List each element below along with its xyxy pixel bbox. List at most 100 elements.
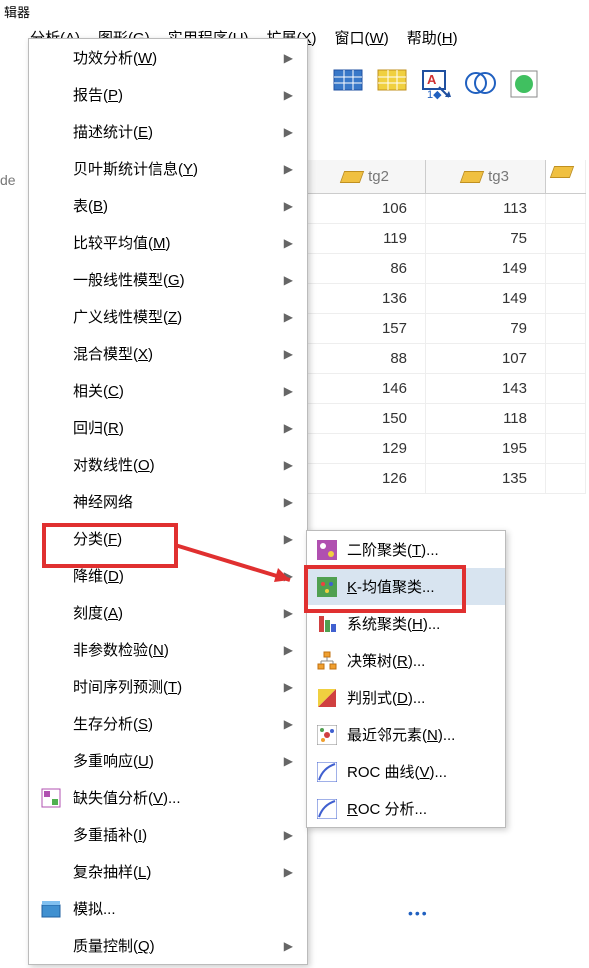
chevron-right-icon: ▶: [284, 347, 293, 361]
table-row[interactable]: 106113: [306, 194, 586, 224]
menu-item-regr[interactable]: 回归(R)▶: [29, 409, 307, 446]
column-header-extra[interactable]: [546, 160, 586, 193]
chevron-right-icon: ▶: [284, 458, 293, 472]
cell-extra[interactable]: [546, 284, 586, 313]
menu-item-bayes[interactable]: 贝叶斯统计信息(Y)▶: [29, 150, 307, 187]
menu-item-missing[interactable]: 缺失值分析(V)...: [29, 779, 307, 816]
menu-item-power[interactable]: 功效分析(W)▶: [29, 39, 307, 76]
menu-item-nonpar[interactable]: 非参数检验(N)▶: [29, 631, 307, 668]
table-row[interactable]: 150118: [306, 404, 586, 434]
cell-tg3[interactable]: 107: [426, 344, 546, 373]
ruler-icon: [340, 171, 364, 183]
grid-highlight-icon[interactable]: [374, 66, 410, 102]
menu-window[interactable]: 窗口(W): [335, 27, 389, 48]
cell-tg2[interactable]: 86: [306, 254, 426, 283]
cell-tg2[interactable]: 136: [306, 284, 426, 313]
cell-tg2[interactable]: 129: [306, 434, 426, 463]
svg-text:1◆: 1◆: [427, 89, 442, 101]
missing-icon: [39, 786, 63, 810]
table-row[interactable]: 86149: [306, 254, 586, 284]
sub-item-knn[interactable]: 最近邻元素(N)...: [307, 716, 505, 753]
sub-item-kmeans[interactable]: K-均值聚类...: [307, 568, 505, 605]
menu-item-scale[interactable]: 刻度(A)▶: [29, 594, 307, 631]
roc-analysis-icon: [315, 797, 339, 821]
label-icon[interactable]: A 1◆: [418, 66, 454, 102]
menu-item-compare[interactable]: 比较平均值(M)▶: [29, 224, 307, 261]
menu-item-ts[interactable]: 时间序列预测(T)▶: [29, 668, 307, 705]
menu-item-gzlm[interactable]: 广义线性模型(Z)▶: [29, 298, 307, 335]
menu-item-reports[interactable]: 报告(P)▶: [29, 76, 307, 113]
column-header-tg2[interactable]: tg2: [306, 160, 426, 193]
table-row[interactable]: 88107: [306, 344, 586, 374]
menu-item-simulate[interactable]: 模拟...: [29, 890, 307, 927]
sub-item-twostep[interactable]: 二阶聚类(T)...: [307, 531, 505, 568]
cell-tg3[interactable]: 195: [426, 434, 546, 463]
column-header-tg3[interactable]: tg3: [426, 160, 546, 193]
menu-item-glm[interactable]: 一般线性模型(G)▶: [29, 261, 307, 298]
menu-item-neural[interactable]: 神经网络▶: [29, 483, 307, 520]
menu-item-tables[interactable]: 表(B)▶: [29, 187, 307, 224]
cell-tg2[interactable]: 106: [306, 194, 426, 223]
cell-extra[interactable]: [546, 194, 586, 223]
cell-tg2[interactable]: 150: [306, 404, 426, 433]
cell-extra[interactable]: [546, 464, 586, 493]
hier-icon: [315, 612, 339, 636]
cell-tg2[interactable]: 88: [306, 344, 426, 373]
cell-extra[interactable]: [546, 224, 586, 253]
grid-fill-icon[interactable]: [330, 66, 366, 102]
column-label-left: de: [0, 172, 16, 188]
cell-tg3[interactable]: 143: [426, 374, 546, 403]
cell-tg2[interactable]: 126: [306, 464, 426, 493]
sub-item-tree[interactable]: 决策树(R)...: [307, 642, 505, 679]
chevron-right-icon: ▶: [284, 162, 293, 176]
menu-item-mixed[interactable]: 混合模型(X)▶: [29, 335, 307, 372]
toolbar: A 1◆: [300, 62, 572, 106]
menu-item-quality[interactable]: 质量控制(Q)▶: [29, 927, 307, 964]
table-row[interactable]: 136149: [306, 284, 586, 314]
table-row[interactable]: 129195: [306, 434, 586, 464]
cell-extra[interactable]: [546, 254, 586, 283]
sub-item-discrim[interactable]: 判别式(D)...: [307, 679, 505, 716]
menu-item-surv[interactable]: 生存分析(S)▶: [29, 705, 307, 742]
chevron-right-icon: ▶: [284, 384, 293, 398]
cell-tg3[interactable]: 118: [426, 404, 546, 433]
cell-extra[interactable]: [546, 404, 586, 433]
circle-green-icon[interactable]: [506, 66, 542, 102]
venn-icon[interactable]: [462, 66, 498, 102]
cell-tg3[interactable]: 79: [426, 314, 546, 343]
cell-extra[interactable]: [546, 344, 586, 373]
menu-item-loglin[interactable]: 对数线性(O)▶: [29, 446, 307, 483]
cell-tg3[interactable]: 135: [426, 464, 546, 493]
chevron-right-icon: ▶: [284, 569, 293, 583]
cell-tg3[interactable]: 113: [426, 194, 546, 223]
svg-text:A: A: [427, 72, 437, 87]
menu-item-complex[interactable]: 复杂抽样(L)▶: [29, 853, 307, 890]
menu-item-corr[interactable]: 相关(C)▶: [29, 372, 307, 409]
cell-extra[interactable]: [546, 434, 586, 463]
table-row[interactable]: 126135: [306, 464, 586, 494]
sub-item-rocv[interactable]: ROC 曲线(V)...: [307, 753, 505, 790]
cell-tg3[interactable]: 75: [426, 224, 546, 253]
cell-tg3[interactable]: 149: [426, 284, 546, 313]
menu-item-dimred[interactable]: 降维(D)▶: [29, 557, 307, 594]
cell-extra[interactable]: [546, 374, 586, 403]
simulate-icon: [39, 897, 63, 921]
cell-tg2[interactable]: 157: [306, 314, 426, 343]
cell-extra[interactable]: [546, 314, 586, 343]
cell-tg2[interactable]: 119: [306, 224, 426, 253]
roc-icon: [315, 760, 339, 784]
menu-item-classify[interactable]: 分类(F)▶: [29, 520, 307, 557]
chevron-right-icon: ▶: [284, 865, 293, 879]
menu-item-impute[interactable]: 多重插补(I)▶: [29, 816, 307, 853]
menu-item-desc[interactable]: 描述统计(E)▶: [29, 113, 307, 150]
table-row[interactable]: 15779: [306, 314, 586, 344]
cell-tg2[interactable]: 146: [306, 374, 426, 403]
data-table: tg2 tg3 10611311975861491361491577988107…: [306, 160, 586, 494]
menu-item-multresp[interactable]: 多重响应(U)▶: [29, 742, 307, 779]
cell-tg3[interactable]: 149: [426, 254, 546, 283]
sub-item-roc[interactable]: ROC 分析...: [307, 790, 505, 827]
table-row[interactable]: 146143: [306, 374, 586, 404]
table-row[interactable]: 11975: [306, 224, 586, 254]
menu-help[interactable]: 帮助(H): [407, 27, 458, 48]
sub-item-hier[interactable]: 系统聚类(H)...: [307, 605, 505, 642]
